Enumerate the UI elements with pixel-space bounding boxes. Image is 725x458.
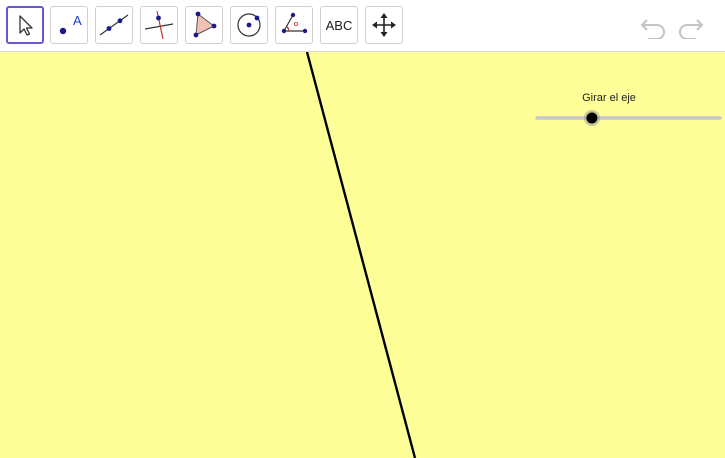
slider-label: Girar el eje <box>582 92 636 104</box>
angle-tool-button[interactable] <box>275 6 313 44</box>
undo-icon <box>641 19 665 39</box>
text-tool-label: ABC <box>325 17 353 33</box>
point-tool-button[interactable]: A <box>50 6 88 44</box>
polygon-icon <box>193 11 217 38</box>
polygon-tool-button[interactable] <box>185 6 223 44</box>
perpendicular-tool-button[interactable] <box>140 6 178 44</box>
perpendicular-line-icon <box>144 10 174 40</box>
redo-icon <box>679 19 703 39</box>
redo-button[interactable] <box>675 14 705 40</box>
slider-knob[interactable] <box>586 112 598 124</box>
move-graphics-icon <box>372 13 396 37</box>
circle-tool-button[interactable] <box>230 6 268 44</box>
axis-line[interactable] <box>305 52 417 458</box>
point-icon: A <box>59 13 82 35</box>
graphics-view[interactable]: Girar el eje <box>0 52 725 458</box>
move-graphics-tool-button[interactable] <box>365 6 403 44</box>
line-tool-button[interactable] <box>95 6 133 44</box>
point-tool-letter: A <box>73 13 82 28</box>
move-tool-button[interactable] <box>6 6 44 44</box>
toolbar: A ABC <box>0 0 725 52</box>
circle-icon <box>237 13 261 37</box>
line-icon <box>99 14 129 36</box>
text-tool-button[interactable]: ABC <box>320 6 358 44</box>
undo-button[interactable] <box>639 14 669 40</box>
move-arrow-icon <box>19 15 33 36</box>
graphics-canvas <box>305 52 722 458</box>
angle-icon <box>281 12 308 34</box>
